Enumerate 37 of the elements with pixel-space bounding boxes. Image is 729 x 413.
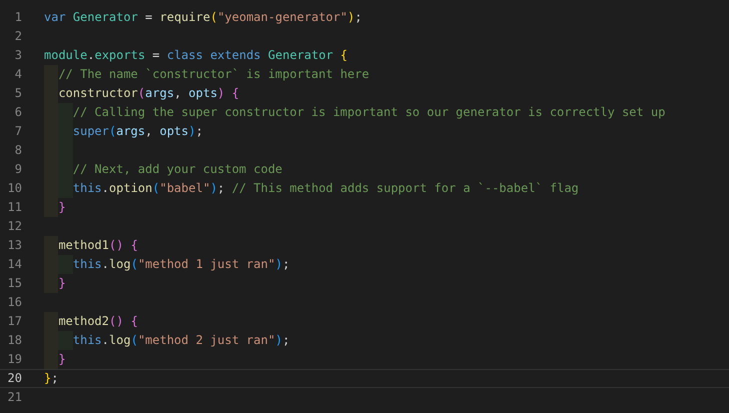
code-line: method2() { [58, 313, 138, 330]
code-line: this.option("babel"); // This method adds support for a `--babel` flag [72, 180, 579, 197]
line-number: 20 [6, 370, 22, 387]
code-line: super(args, opts); [72, 123, 203, 140]
line-number: 16 [6, 294, 22, 311]
line-number: 5 [14, 85, 22, 102]
line-number: 8 [14, 142, 22, 159]
line-number: 12 [6, 218, 22, 235]
line-number: 1 [14, 9, 22, 26]
code-line: } [58, 351, 66, 368]
line-number: 9 [14, 161, 22, 178]
code-line: }; [44, 370, 58, 387]
code-line: } [58, 199, 66, 216]
line-number: 2 [14, 28, 22, 45]
line-number: 13 [6, 237, 22, 254]
line-number: 19 [6, 351, 22, 368]
code-line: var Generator = require("yeoman-generator"); [44, 9, 362, 26]
line-number: 3 [14, 47, 22, 64]
line-number: 4 [14, 66, 22, 83]
code-line: module.exports = class extends Generator { [44, 47, 348, 64]
code-line: method1() { [58, 237, 138, 254]
code-line: // The name `constructor` is important here [58, 66, 370, 83]
line-number: 18 [6, 332, 22, 349]
line-number: 14 [6, 256, 22, 273]
line-number: 6 [14, 104, 22, 121]
line-number: 7 [14, 123, 22, 140]
code-line: // Calling the super constructor is important so our generator is correctly set up [72, 104, 666, 121]
code-line: this.log("method 1 just ran"); [72, 256, 290, 273]
line-number: 11 [6, 199, 22, 216]
code-line: } [58, 275, 66, 292]
code-line: this.log("method 2 just ran"); [72, 332, 290, 349]
line-number: 21 [6, 389, 22, 406]
code-line: // Next, add your custom code [72, 161, 282, 178]
line-number: 17 [6, 313, 22, 330]
line-number: 10 [6, 180, 22, 197]
line-number: 15 [6, 275, 22, 292]
code-line: constructor(args, opts) { [58, 85, 240, 102]
